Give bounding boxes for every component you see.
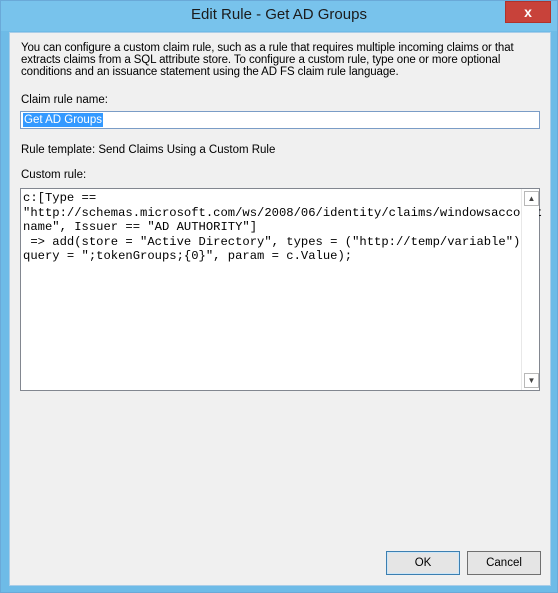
rule-template-label: Rule template: Send Claims Using a Custo… (21, 144, 276, 156)
close-button[interactable]: x (505, 1, 551, 23)
claim-rule-name-input[interactable]: Get AD Groups (20, 111, 540, 129)
scroll-up-icon[interactable]: ▲ (524, 191, 539, 206)
dialog-body: You can configure a custom claim rule, s… (9, 32, 551, 586)
claim-rule-name-label: Claim rule name: (21, 94, 108, 106)
vertical-scrollbar[interactable]: ▲ ▼ (521, 189, 539, 390)
edit-rule-window: Edit Rule - Get AD Groups x You can conf… (0, 0, 558, 593)
dialog-description: You can configure a custom claim rule, s… (21, 42, 514, 78)
scroll-down-icon[interactable]: ▼ (524, 373, 539, 388)
cancel-button[interactable]: Cancel (467, 551, 541, 575)
title-bar[interactable]: Edit Rule - Get AD Groups x (1, 1, 557, 31)
window-title: Edit Rule - Get AD Groups (191, 6, 367, 23)
close-icon: x (524, 4, 532, 20)
claim-rule-name-value: Get AD Groups (23, 113, 103, 127)
custom-rule-textarea[interactable]: c:[Type == "http://schemas.microsoft.com… (20, 188, 542, 391)
custom-rule-text[interactable]: c:[Type == "http://schemas.microsoft.com… (23, 191, 542, 264)
custom-rule-label: Custom rule: (21, 169, 87, 181)
ok-button[interactable]: OK (386, 551, 460, 575)
